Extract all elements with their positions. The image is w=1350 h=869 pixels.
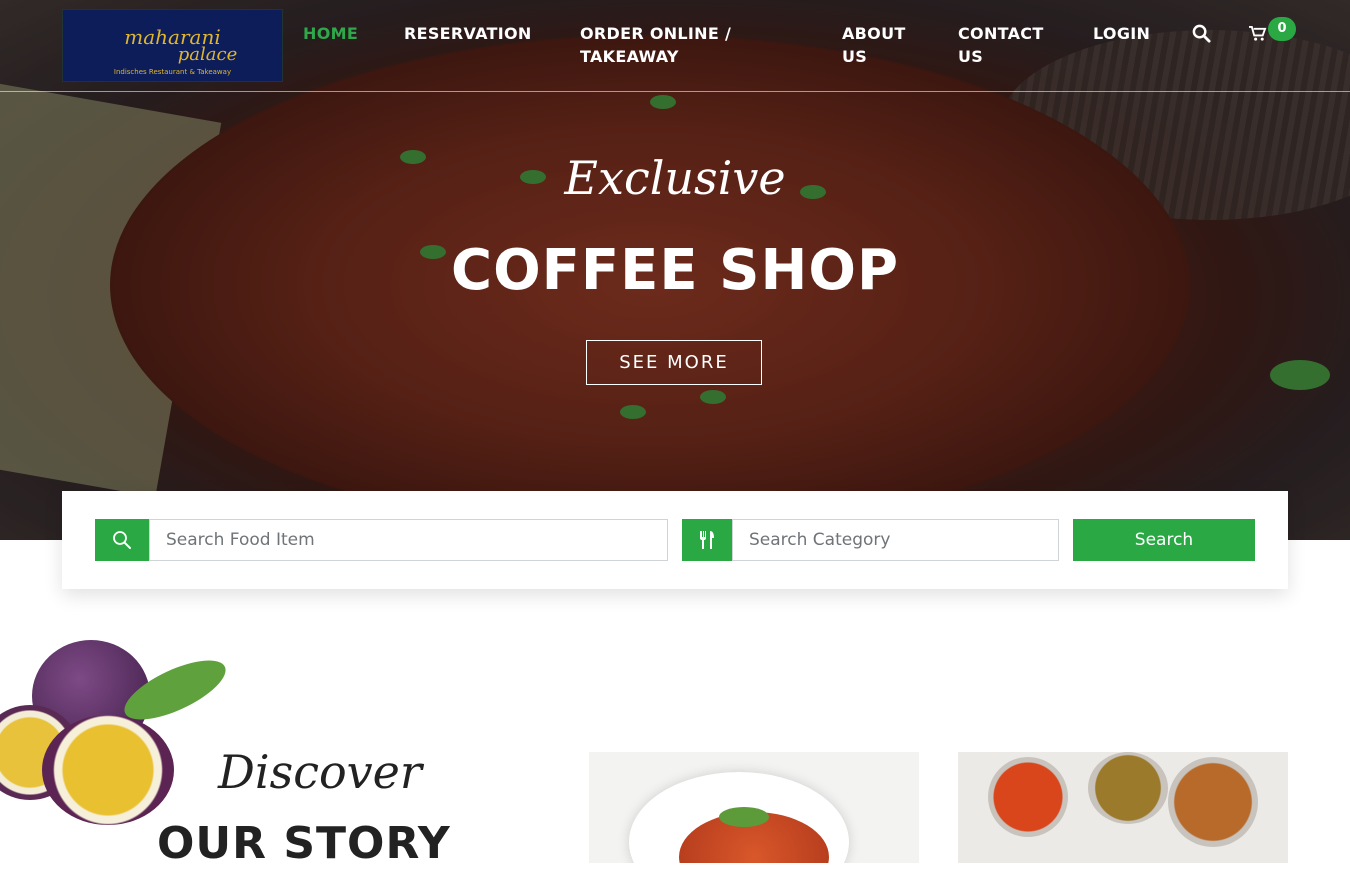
dish-photo-2 bbox=[958, 752, 1288, 863]
logo-text-line1: maharani bbox=[124, 25, 221, 49]
nav-about-line1: ABOUT bbox=[842, 24, 906, 43]
cart-icon[interactable] bbox=[1248, 25, 1267, 46]
dish-photo-1 bbox=[589, 752, 919, 863]
category-search-group bbox=[682, 519, 1059, 561]
fruit-half-right bbox=[42, 715, 174, 825]
dish-bowl-3 bbox=[1168, 757, 1258, 847]
nav-contact[interactable]: CONTACT US bbox=[958, 22, 1044, 68]
nav-reservation[interactable]: RESERVATION bbox=[404, 22, 532, 45]
nav-about-line2: US bbox=[842, 47, 868, 66]
logo-tagline: Indisches Restaurant & Takeaway bbox=[113, 68, 232, 76]
nav-about[interactable]: ABOUT US bbox=[842, 22, 906, 68]
story-title: OUR STORY bbox=[157, 818, 451, 869]
search-panel: Search bbox=[62, 491, 1288, 589]
dish-bowl-2 bbox=[1088, 752, 1168, 824]
brand-logo[interactable]: maharani palace Indisches Restaurant & T… bbox=[62, 9, 283, 82]
fork-knife-icon bbox=[682, 519, 732, 561]
see-more-button[interactable]: SEE MORE bbox=[586, 340, 762, 385]
nav-order-online-line1: ORDER ONLINE / bbox=[580, 24, 732, 43]
category-search-input[interactable] bbox=[732, 519, 1059, 561]
nav-home[interactable]: HOME bbox=[303, 22, 358, 45]
hero-headline: COFFEE SHOP bbox=[450, 238, 900, 303]
nav-contact-line2: US bbox=[958, 47, 984, 66]
search-icon bbox=[95, 519, 149, 561]
nav-login[interactable]: LOGIN bbox=[1093, 22, 1150, 45]
dish-bowl-1 bbox=[988, 757, 1068, 837]
cart-count-badge[interactable]: 0 bbox=[1268, 17, 1296, 41]
food-search-group bbox=[95, 519, 668, 561]
search-button[interactable]: Search bbox=[1073, 519, 1255, 561]
hero-script-title: Exclusive bbox=[564, 151, 786, 205]
story-script-title: Discover bbox=[218, 745, 422, 799]
dish-garnish bbox=[719, 807, 769, 827]
top-navbar: maharani palace Indisches Restaurant & T… bbox=[0, 0, 1350, 92]
nav-contact-line1: CONTACT bbox=[958, 24, 1044, 43]
food-search-input[interactable] bbox=[149, 519, 668, 561]
nav-order-online[interactable]: ORDER ONLINE / TAKEAWAY bbox=[580, 22, 731, 68]
search-icon[interactable] bbox=[1192, 24, 1211, 47]
nav-order-online-line2: TAKEAWAY bbox=[580, 47, 679, 66]
